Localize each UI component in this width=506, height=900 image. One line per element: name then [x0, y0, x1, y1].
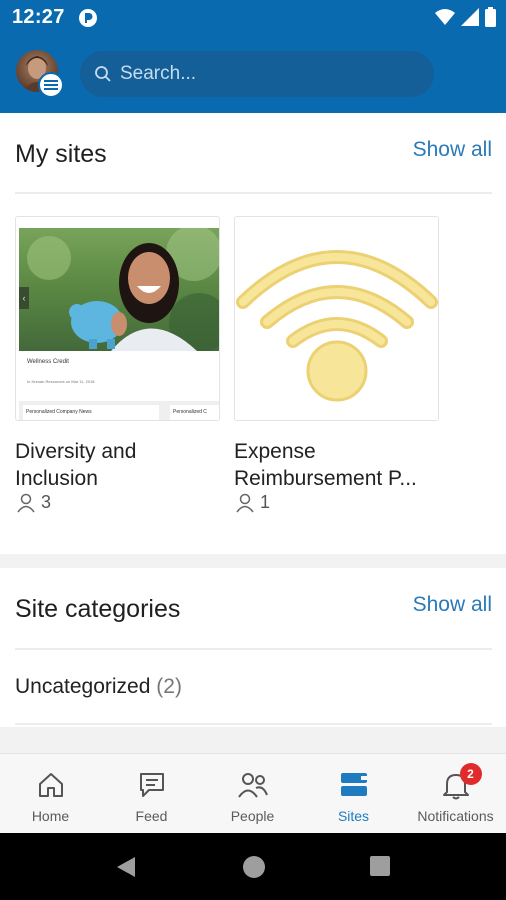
- divider: [15, 192, 492, 194]
- tab-label: People: [230, 808, 275, 824]
- search-icon: [95, 66, 111, 82]
- site-card-diversity-and-inclusion[interactable]: ‹ Wellness Credit In Human Resources on …: [15, 216, 220, 421]
- my-sites-show-all-link[interactable]: Show all: [413, 138, 492, 162]
- sites-icon: [338, 770, 370, 800]
- divider: [15, 723, 492, 725]
- carousel-prev-icon: ‹: [19, 287, 29, 309]
- app-notification-icon: [79, 9, 97, 27]
- wifi-icon: [435, 9, 455, 25]
- status-bar: 12:27: [0, 0, 506, 36]
- category-count: (2): [156, 675, 182, 698]
- tab-label: Notifications: [417, 808, 494, 824]
- site-members: 1: [235, 492, 270, 513]
- thumbnail-tiles: Personalized Company News Personalized C: [19, 401, 219, 420]
- status-icons: [435, 7, 496, 27]
- person-icon: [236, 493, 254, 512]
- back-icon[interactable]: [115, 855, 137, 879]
- signal-icon: [461, 8, 479, 26]
- status-time: 12:27: [12, 6, 65, 28]
- battery-icon: [485, 7, 496, 27]
- wifi-logo-icon: [236, 250, 438, 402]
- people-icon: [237, 770, 269, 800]
- tab-label: Home: [31, 808, 70, 824]
- tab-sites[interactable]: Sites: [303, 754, 404, 834]
- section-separator: [0, 554, 506, 568]
- tab-notifications[interactable]: 2 Notifications: [405, 754, 506, 834]
- tab-feed[interactable]: Feed: [101, 754, 202, 834]
- divider: [15, 648, 492, 650]
- person-icon: [17, 493, 35, 512]
- site-members: 3: [16, 492, 51, 513]
- member-count: 3: [41, 492, 52, 512]
- search-bar[interactable]: [80, 51, 434, 97]
- site-thumbnail-news: Wellness Credit In Human Resources on Ma…: [19, 351, 219, 420]
- tab-label: Sites: [337, 808, 370, 824]
- category-item-uncategorized[interactable]: Uncategorized (2): [15, 675, 182, 699]
- menu-badge-icon[interactable]: [38, 72, 64, 98]
- app-header: [0, 36, 506, 113]
- site-categories-show-all-link[interactable]: Show all: [413, 593, 492, 617]
- bottom-navigation: Home Feed People Sites 2 Notifications: [0, 753, 506, 833]
- notification-count-badge: 2: [459, 763, 482, 785]
- feed-icon: [136, 770, 168, 800]
- home-circle-icon[interactable]: [242, 855, 266, 879]
- thumbnail-tile: Personalized C: [170, 405, 219, 420]
- site-thumbnail-photo: [19, 228, 219, 351]
- search-input[interactable]: [120, 63, 420, 85]
- member-count: 1: [260, 492, 271, 512]
- system-navigation-bar: [0, 833, 506, 900]
- site-categories-title: Site categories: [15, 595, 181, 623]
- bell-icon: 2: [440, 763, 482, 800]
- site-name[interactable]: Diversity and Inclusion: [15, 438, 220, 492]
- thumbnail-byline: In Human Resources on Mar 11, 2018: [27, 379, 95, 384]
- site-name[interactable]: Expense Reimbursement P...: [234, 438, 439, 492]
- my-sites-title: My sites: [15, 140, 107, 168]
- tab-label: Feed: [135, 808, 168, 824]
- tab-home[interactable]: Home: [0, 754, 101, 834]
- thumbnail-headline: Wellness Credit: [27, 359, 69, 365]
- site-card-expense-reimbursement[interactable]: [234, 216, 439, 421]
- home-icon: [35, 770, 67, 800]
- recents-icon[interactable]: [369, 855, 391, 877]
- thumbnail-tile: Personalized Company News: [23, 405, 159, 420]
- tab-people[interactable]: People: [202, 754, 303, 834]
- section-separator: [0, 727, 506, 753]
- category-label: Uncategorized: [15, 675, 151, 698]
